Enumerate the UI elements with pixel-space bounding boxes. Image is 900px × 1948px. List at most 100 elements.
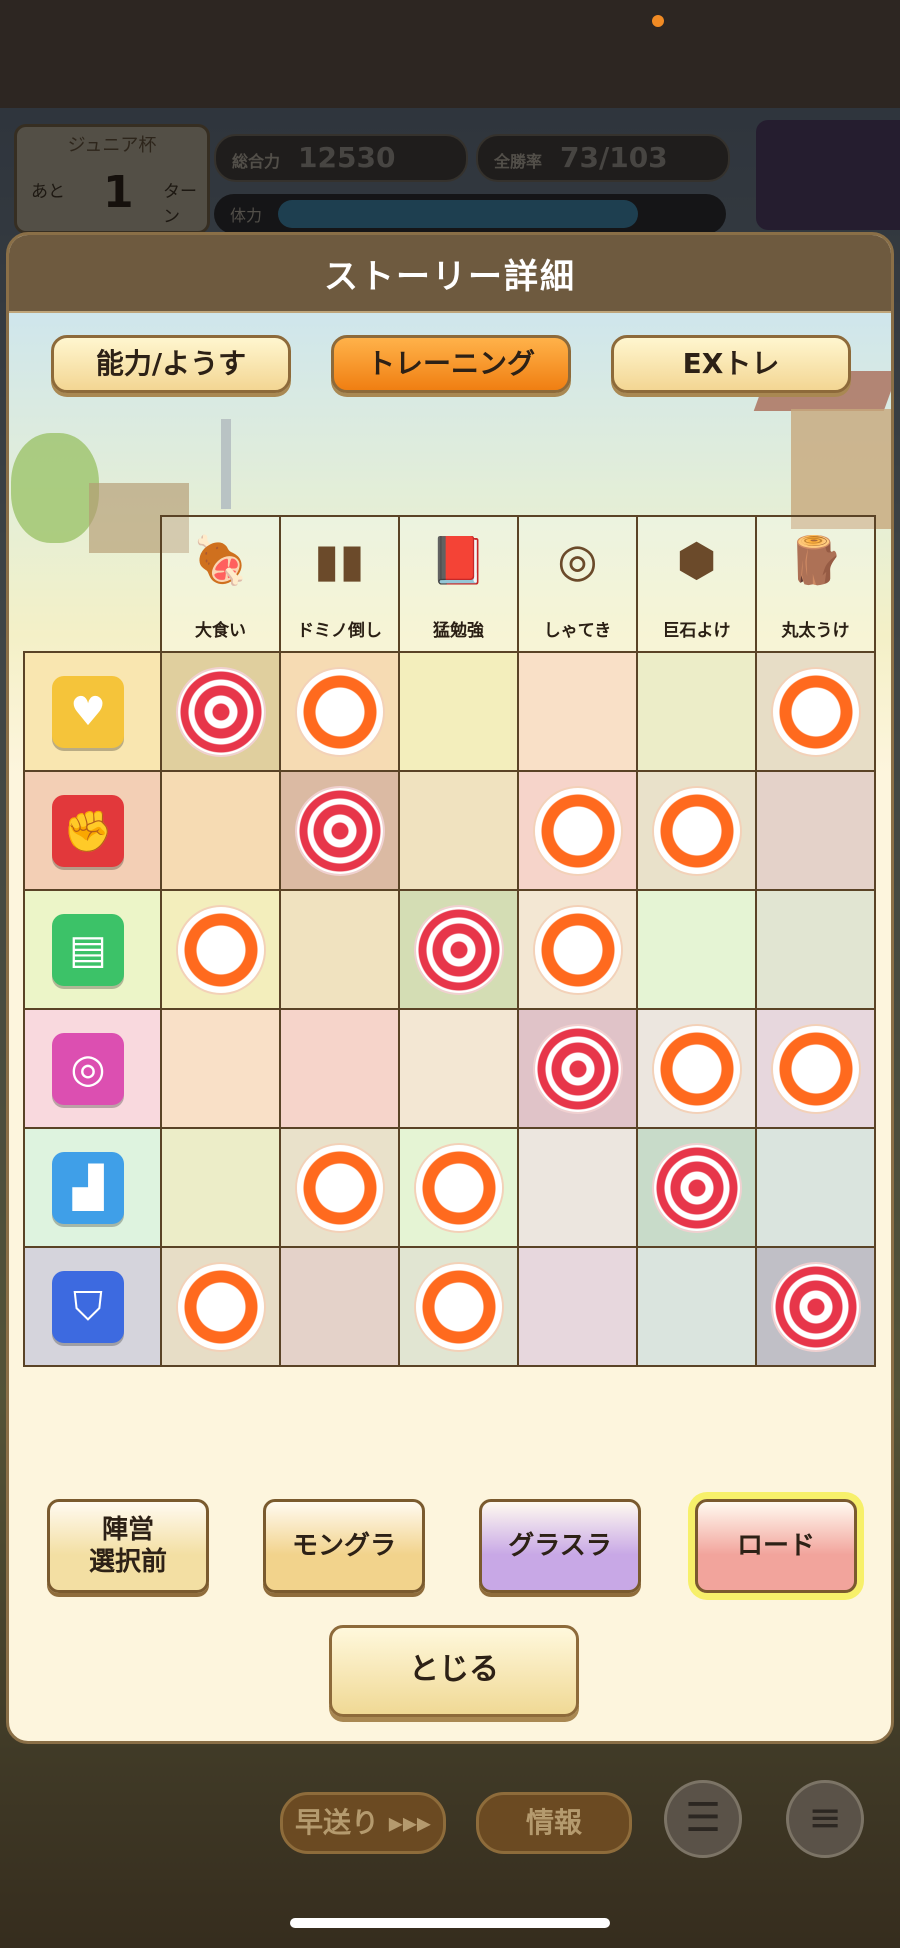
book-icon: 📕 bbox=[429, 533, 488, 587]
grid-cell bbox=[398, 1008, 519, 1129]
modal-title: ストーリー詳細 bbox=[324, 257, 576, 297]
grid-cell bbox=[755, 651, 876, 772]
fast-forward-button: 早送り ▸▸▸ bbox=[280, 1792, 446, 1854]
grid-cell bbox=[279, 1008, 400, 1129]
grid-cell bbox=[517, 1008, 638, 1129]
tab-training[interactable]: トレーニング bbox=[331, 335, 571, 393]
column-header-3: 📕 猛勉強 bbox=[398, 515, 519, 653]
gurasura-label: グラスラ bbox=[508, 1530, 612, 1561]
bullseye-mark-icon bbox=[177, 668, 264, 755]
boxing-glove-icon: ✊ bbox=[52, 795, 124, 867]
boot-icon: ▟ bbox=[52, 1152, 124, 1224]
road-label: ロード bbox=[736, 1530, 815, 1561]
column-label: しゃてき bbox=[543, 621, 612, 641]
grid-cell bbox=[398, 651, 519, 772]
circle-mark-icon bbox=[296, 668, 383, 755]
grid-cell bbox=[160, 1127, 281, 1248]
column-label: ドミノ倒し bbox=[297, 621, 382, 641]
shield-icon: ⛉ bbox=[52, 1271, 124, 1343]
row-header-intelligence: ▤ bbox=[23, 889, 162, 1010]
dart-target-icon: ◎ bbox=[52, 1033, 124, 1105]
grid-cell bbox=[755, 1246, 876, 1367]
bullseye-mark-icon bbox=[534, 1025, 621, 1112]
grid-cell bbox=[636, 770, 757, 891]
grid-cell bbox=[755, 1008, 876, 1129]
grid-cell bbox=[517, 651, 638, 772]
column-header-6: 🪵 丸太うけ bbox=[755, 515, 876, 653]
faction-unselected-button[interactable]: 陣営 選択前 bbox=[47, 1499, 209, 1593]
circle-mark-icon bbox=[177, 1263, 264, 1350]
circle-mark-icon bbox=[772, 1025, 859, 1112]
tab-ex-training[interactable]: EXトレ bbox=[611, 335, 851, 393]
grid-cell bbox=[160, 1246, 281, 1367]
circle-mark-icon bbox=[653, 787, 740, 874]
bullseye-mark-icon bbox=[296, 787, 383, 874]
bullseye-mark-icon bbox=[415, 906, 502, 993]
tower-illustration bbox=[221, 419, 231, 509]
mongura-button[interactable]: モングラ bbox=[263, 1499, 425, 1593]
grid-cell bbox=[636, 1127, 757, 1248]
road-button[interactable]: ロード bbox=[695, 1499, 857, 1593]
grid-cell bbox=[636, 1008, 757, 1129]
column-label: 巨石よけ bbox=[662, 621, 731, 641]
bullseye-mark-icon bbox=[772, 1263, 859, 1350]
grid-cell bbox=[160, 770, 281, 891]
circle-mark-icon bbox=[296, 1144, 383, 1231]
barn-illustration bbox=[791, 409, 891, 529]
grid-cell bbox=[755, 770, 876, 891]
column-header-4: ◎ しゃてき bbox=[517, 515, 638, 653]
grid-cell bbox=[517, 1246, 638, 1367]
circle-mark-icon bbox=[772, 668, 859, 755]
status-bar bbox=[0, 0, 900, 108]
grid-cell bbox=[160, 889, 281, 1010]
grid-cell bbox=[279, 1127, 400, 1248]
home-indicator bbox=[290, 1918, 610, 1928]
shooting-target-icon: ◎ bbox=[557, 533, 598, 587]
column-header-5: ⬢ 巨石よけ bbox=[636, 515, 757, 653]
mongura-label: モングラ bbox=[291, 1530, 396, 1561]
grid-cell bbox=[755, 1127, 876, 1248]
grid-cell bbox=[160, 1008, 281, 1129]
modal-header: ストーリー詳細 bbox=[9, 235, 891, 313]
circle-mark-icon bbox=[415, 1263, 502, 1350]
close-button[interactable]: とじる bbox=[329, 1625, 579, 1717]
circle-mark-icon bbox=[534, 787, 621, 874]
boulder-icon: ⬢ bbox=[676, 533, 717, 587]
grid-cell bbox=[398, 1246, 519, 1367]
grid-cell bbox=[398, 770, 519, 891]
row-header-speed: ▟ bbox=[23, 1127, 162, 1248]
row-header-life: ♥ bbox=[23, 651, 162, 772]
tab-ability[interactable]: 能力/ようす bbox=[51, 335, 291, 393]
column-label: 丸太うけ bbox=[781, 621, 850, 641]
grid-cell bbox=[517, 770, 638, 891]
grid-cell bbox=[279, 770, 400, 891]
grid-cell bbox=[279, 651, 400, 772]
domino-icon: ▮▮ bbox=[314, 533, 365, 587]
circle-mark-icon bbox=[534, 906, 621, 993]
grid-cell bbox=[517, 1127, 638, 1248]
column-label: 大食い bbox=[195, 621, 246, 641]
grid-cell bbox=[160, 651, 281, 772]
grid-cell bbox=[398, 1127, 519, 1248]
row-header-power: ✊ bbox=[23, 770, 162, 891]
grid-cell bbox=[636, 889, 757, 1010]
tree-illustration bbox=[11, 433, 99, 543]
bullseye-mark-icon bbox=[653, 1144, 740, 1231]
column-header-1: 🍖 大食い bbox=[160, 515, 281, 653]
grid-cell bbox=[517, 889, 638, 1010]
row-header-accuracy: ◎ bbox=[23, 1008, 162, 1129]
grid-cell bbox=[755, 889, 876, 1010]
grid-cell bbox=[636, 651, 757, 772]
faction-unselected-label: 陣営 選択前 bbox=[88, 1514, 167, 1578]
info-button: 情報 bbox=[476, 1792, 632, 1854]
menu-icon: ≡ bbox=[786, 1780, 864, 1858]
recording-indicator-dot bbox=[652, 15, 664, 27]
column-label: 猛勉強 bbox=[433, 621, 484, 641]
circle-mark-icon bbox=[653, 1025, 740, 1112]
list-icon: ☰ bbox=[664, 1780, 742, 1858]
story-detail-modal: ストーリー詳細 能力/ようす トレーニング EXトレ 🍖 大食い ▮▮ ドミノ倒し 📕 猛… bbox=[6, 232, 894, 1744]
row-header-defense: ⛉ bbox=[23, 1246, 162, 1367]
gurasura-button[interactable]: グラスラ bbox=[479, 1499, 641, 1593]
circle-mark-icon bbox=[415, 1144, 502, 1231]
grid-cell bbox=[279, 889, 400, 1010]
